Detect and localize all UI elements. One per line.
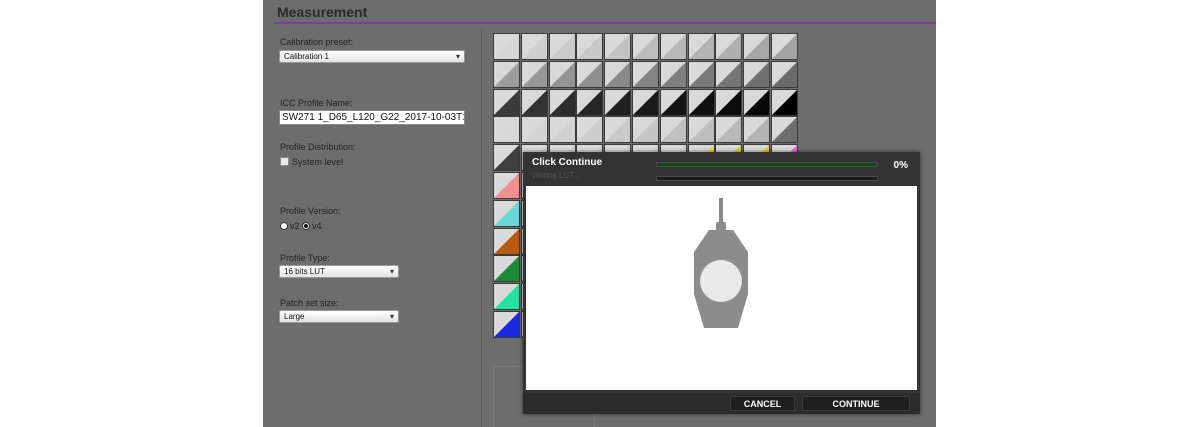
profile-version-v2-label: v2: [290, 221, 300, 231]
patch-cell: [632, 88, 659, 116]
patch-cell: [576, 116, 604, 144]
page-title: Measurement: [277, 4, 368, 20]
continue-button[interactable]: CONTINUE: [802, 396, 910, 411]
calibration-preset-value: Calibration 1: [284, 52, 329, 61]
progress-bar-main: [656, 162, 878, 167]
patch-cell: [493, 255, 520, 283]
patch-cell: [659, 60, 687, 88]
patch-cell: [493, 88, 520, 116]
patch-cell: [632, 116, 659, 144]
patch-cell: [715, 60, 743, 88]
profile-version-v2-radio[interactable]: [280, 222, 288, 230]
header-accent-line: [273, 22, 936, 24]
patch-cell: [576, 88, 604, 116]
icc-profile-name-label: ICC Profile Name:: [280, 98, 353, 108]
patch-cell: [493, 227, 520, 255]
patch-cell: [576, 60, 604, 88]
patch-cell: [659, 33, 687, 60]
colorimeter-icon: [694, 198, 748, 328]
patch-cell: [520, 116, 548, 144]
patch-cell: [493, 144, 520, 172]
patch-cell: [743, 60, 771, 88]
patch-cell: [715, 88, 743, 116]
patch-cell: [576, 33, 604, 60]
patch-cell: [632, 60, 659, 88]
patch-cell: [771, 116, 798, 144]
patch-cell: [493, 116, 520, 144]
patch-cell: [493, 33, 520, 60]
patch-cell: [520, 60, 548, 88]
progress-percent: 0%: [893, 160, 908, 171]
profile-type-value: 16 bits LUT: [284, 267, 325, 276]
patch-cell: [687, 88, 715, 116]
patch-cell: [520, 33, 548, 60]
patch-cell: [771, 33, 798, 60]
profile-type-select[interactable]: 16 bits LUT ▾: [279, 265, 399, 278]
patch-cell: [548, 88, 576, 116]
patch-cell: [548, 60, 576, 88]
section-header: Measurement: [263, 0, 936, 24]
patch-cell: [715, 116, 743, 144]
patch-set-size-label: Patch set size:: [280, 298, 339, 308]
profile-distribution-label: Profile Distribution:: [280, 142, 356, 152]
patch-cell: [687, 33, 715, 60]
patch-cell: [604, 60, 632, 88]
patch-cell: [771, 60, 798, 88]
chevron-down-icon: ▾: [455, 52, 460, 61]
patch-cell: [771, 88, 798, 116]
patch-cell: [493, 199, 520, 227]
patch-cell: [493, 172, 520, 199]
patch-cell: [604, 33, 632, 60]
instruction-canvas: [526, 186, 917, 390]
calibration-preset-label: Calibration preset:: [280, 37, 354, 47]
chevron-down-icon: ▾: [389, 312, 394, 321]
patch-cell: [520, 88, 548, 116]
patch-cell: [493, 60, 520, 88]
cancel-button[interactable]: CANCEL: [730, 396, 795, 411]
patch-cell: [548, 116, 576, 144]
patch-set-size-select[interactable]: Large ▾: [279, 310, 399, 323]
patch-cell: [659, 88, 687, 116]
profile-type-label: Profile Type:: [280, 253, 330, 263]
patch-cell: [687, 116, 715, 144]
patch-cell: [548, 33, 576, 60]
dialog-button-bar: CANCEL CONTINUE: [523, 393, 920, 414]
measurement-dialog: Click Continue Writing LUT... 0% CANCEL …: [523, 152, 920, 414]
dialog-title: Click Continue: [532, 157, 603, 168]
patch-set-size-value: Large: [284, 312, 305, 321]
dialog-status-text: Writing LUT...: [532, 171, 580, 180]
progress-bar-secondary: [656, 176, 878, 181]
patch-cell: [687, 60, 715, 88]
calibration-preset-select[interactable]: Calibration 1 ▾: [279, 50, 465, 63]
profile-version-v4-label: v4: [312, 221, 322, 231]
patch-cell: [715, 33, 743, 60]
patch-cell: [493, 311, 520, 338]
patch-cell: [743, 116, 771, 144]
profile-version-label: Profile Version:: [280, 206, 341, 216]
patch-cell: [493, 283, 520, 311]
chevron-down-icon: ▾: [389, 267, 394, 276]
patch-cell: [659, 116, 687, 144]
patch-cell: [604, 88, 632, 116]
patch-cell: [604, 116, 632, 144]
system-level-checkbox[interactable]: [280, 157, 289, 166]
patch-cell: [632, 33, 659, 60]
profile-version-v4-radio[interactable]: [302, 222, 310, 230]
panel-divider: [481, 30, 482, 427]
patch-cell: [743, 33, 771, 60]
patch-cell: [743, 88, 771, 116]
system-level-label: System level: [292, 157, 344, 167]
icc-profile-name-input[interactable]: SW271 1_D65_L120_G22_2017-10-03T13.0: [279, 110, 465, 125]
